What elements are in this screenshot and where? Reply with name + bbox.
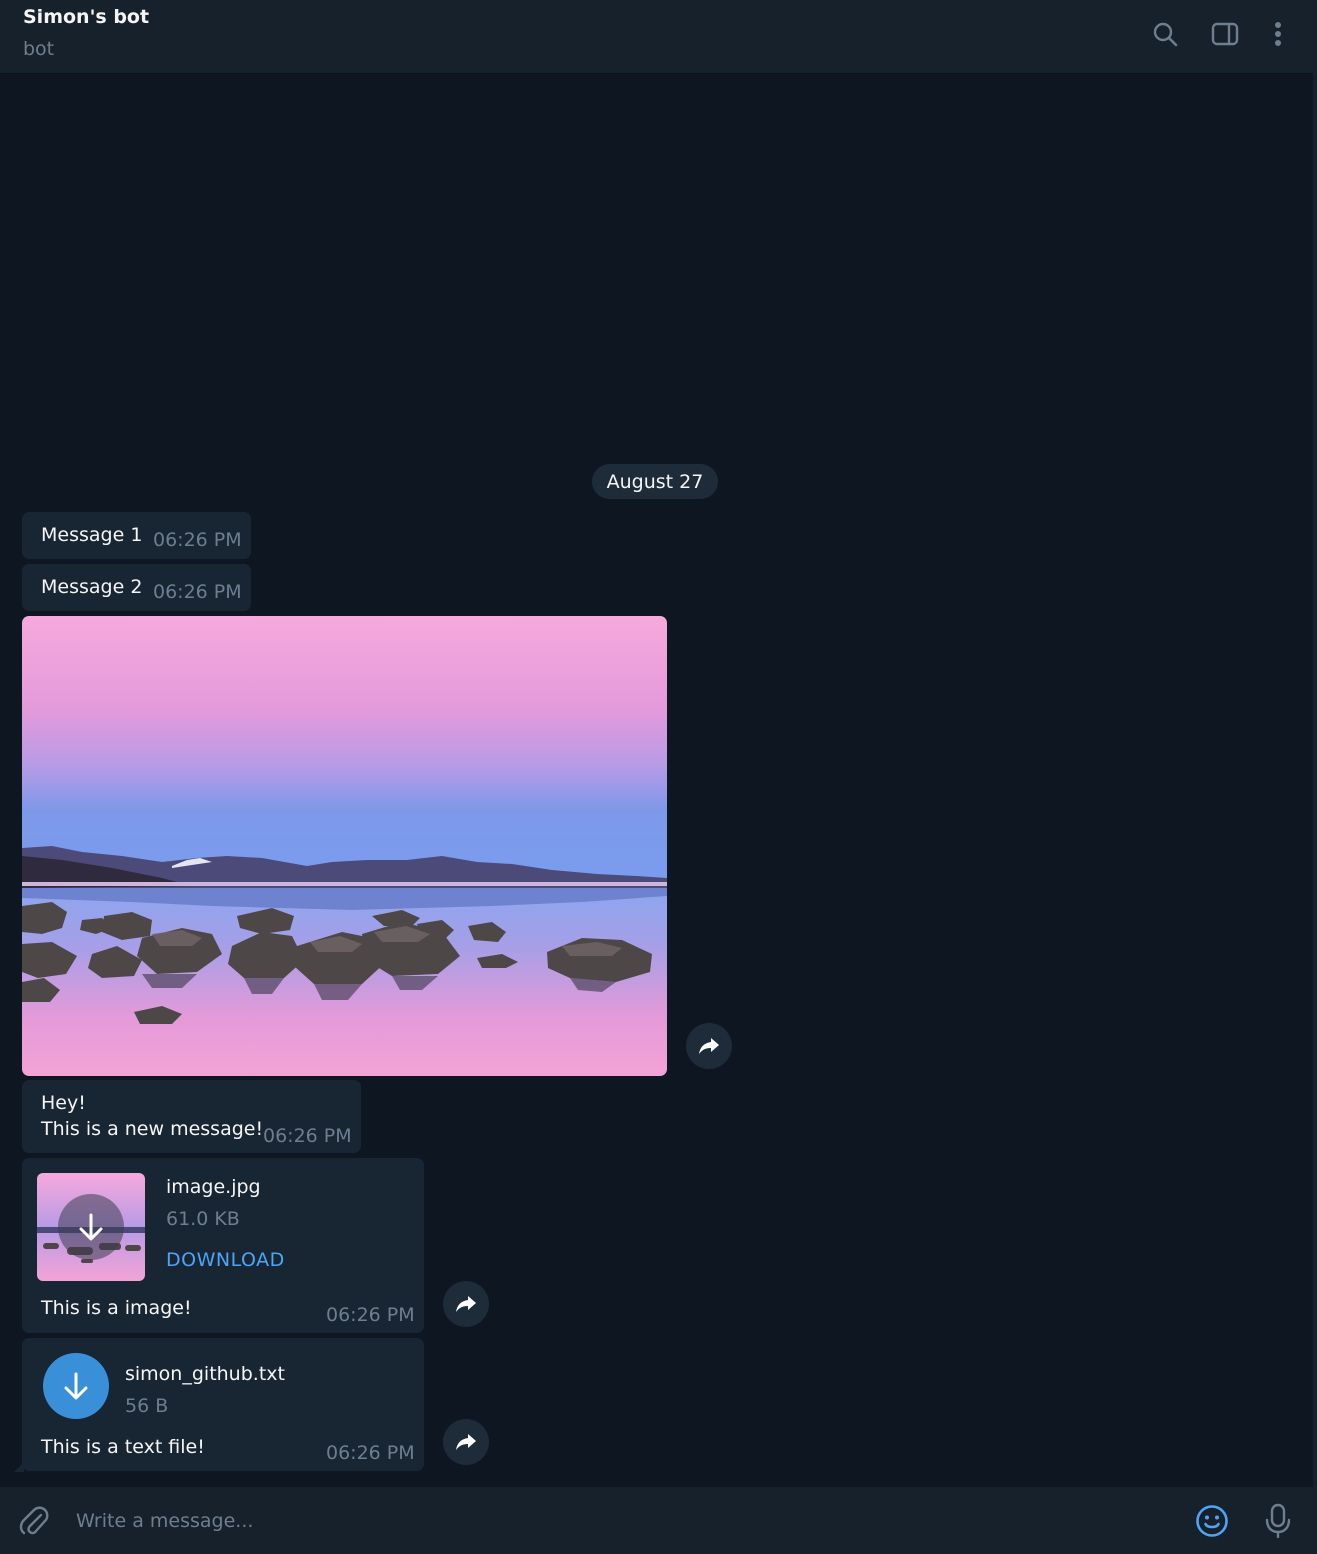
photo-message[interactable] [22,616,667,1076]
file-name: image.jpg [166,1176,261,1198]
arrow-down-icon [79,1213,103,1241]
message-input[interactable] [66,1501,1186,1541]
share-button[interactable] [686,1023,732,1069]
message-time: 06:26 PM [326,1442,415,1464]
file-name: simon_github.txt [125,1363,285,1385]
microphone-icon [1265,1503,1291,1539]
attach-icon [19,1506,49,1535]
more-vertical-icon [1275,22,1281,46]
message-time: 06:26 PM [326,1304,415,1326]
chat-header: Simon's bot bot [0,0,1313,74]
message-composer [0,1487,1317,1554]
document-message[interactable]: simon_github.txt 56 B This is a text fil… [22,1338,424,1471]
voice-button[interactable] [1258,1501,1298,1541]
more-button[interactable] [1258,14,1298,54]
message-time: 06:26 PM [153,529,242,551]
search-button[interactable] [1145,14,1185,54]
file-download-button[interactable] [43,1353,109,1419]
file-thumbnail[interactable] [37,1173,145,1281]
arrow-down-icon [64,1372,88,1400]
document-message[interactable]: image.jpg 61.0 KB DOWNLOAD This is a ima… [22,1158,424,1333]
chat-subtitle: bot [23,38,55,60]
file-size: 61.0 KB [166,1208,240,1230]
message-time: 06:26 PM [263,1125,352,1147]
chat-title[interactable]: Simon's bot [23,6,149,28]
message-bubble[interactable]: Message 2 06:26 PM [22,564,251,611]
share-icon [456,1296,476,1312]
share-icon [456,1434,476,1450]
share-icon [699,1038,719,1054]
emoji-button[interactable] [1192,1501,1232,1541]
share-button[interactable] [443,1419,489,1465]
sidebar-toggle-icon [1211,22,1239,46]
download-link[interactable]: DOWNLOAD [166,1249,285,1271]
telegram-window: Simon's bot bot August 27 Message 1 06:2… [0,0,1317,1554]
emoji-icon [1196,1505,1228,1537]
file-size: 56 B [125,1395,169,1417]
message-text: Message 2 [41,576,143,598]
message-text: Message 1 [41,524,143,546]
share-button[interactable] [443,1281,489,1327]
attach-button[interactable] [14,1501,54,1541]
toggle-sidebar-button[interactable] [1205,14,1245,54]
lake-photo [22,616,667,1076]
thumbnail-download-overlay[interactable] [58,1194,124,1260]
message-time: 06:26 PM [153,581,242,603]
date-separator: August 27 [592,464,718,499]
bubble-tail [14,1462,24,1472]
message-text: Hey! This is a new message! [41,1092,264,1140]
message-bubble[interactable]: Hey! This is a new message! 06:26 PM [22,1080,361,1153]
search-icon [1153,22,1178,47]
file-caption: This is a text file! [41,1436,205,1458]
message-bubble[interactable]: Message 1 06:26 PM [22,512,251,559]
file-caption: This is a image! [41,1297,192,1319]
window-edge [1313,0,1317,1554]
